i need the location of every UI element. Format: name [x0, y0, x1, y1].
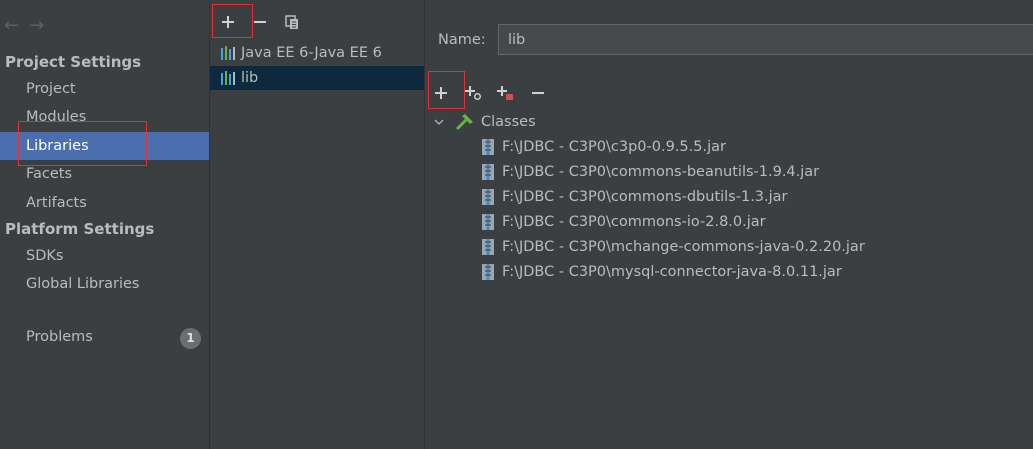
- classes-label: Classes: [481, 114, 536, 130]
- forward-arrow-icon[interactable]: →: [29, 14, 44, 40]
- classes-node[interactable]: Classes: [433, 110, 536, 134]
- copy-icon: [285, 15, 298, 29]
- jar-path: F:\JDBC - C3P0\commons-beanutils-1.9.4.j…: [502, 164, 820, 180]
- jar-icon: [482, 164, 494, 180]
- problems-label: Problems: [26, 329, 93, 345]
- jar-path: F:\JDBC - C3P0\mysql-connector-java-8.0.…: [502, 264, 842, 280]
- jar-path: F:\JDBC - C3P0\c3p0-0.9.5.5.jar: [502, 139, 726, 155]
- nav-item-sdks[interactable]: SDKs: [0, 242, 209, 270]
- nav-item-problems[interactable]: Problems 1: [0, 323, 209, 351]
- remove-icon: [532, 92, 544, 94]
- add-library-highlight-box: [212, 4, 253, 38]
- add-specify-icon: [465, 86, 481, 100]
- jar-icon: [482, 214, 494, 230]
- project-settings-title: Project Settings: [5, 53, 142, 71]
- jar-entry[interactable]: F:\JDBC - C3P0\mysql-connector-java-8.0.…: [481, 260, 842, 284]
- libraries-highlight-box: [18, 121, 147, 166]
- settings-nav: ← → Project Settings Project Modules Lib…: [0, 0, 210, 449]
- libraries-pane: Java EE 6-Java EE 6 lib: [210, 0, 425, 449]
- add-url-button[interactable]: [495, 83, 515, 103]
- jar-icon: [482, 264, 494, 280]
- add-url-icon: [497, 86, 513, 100]
- jar-entry[interactable]: F:\JDBC - C3P0\commons-io-2.8.0.jar: [481, 210, 766, 234]
- nav-item-global-libraries[interactable]: Global Libraries: [0, 270, 209, 298]
- library-item-java-ee[interactable]: Java EE 6-Java EE 6: [210, 41, 424, 65]
- chevron-down-icon: [434, 119, 444, 126]
- library-name: Java EE 6-Java EE 6: [241, 45, 382, 61]
- problems-count-badge: 1: [180, 328, 201, 349]
- library-name: lib: [241, 70, 259, 86]
- library-name-input[interactable]: [498, 24, 1033, 55]
- jar-path: F:\JDBC - C3P0\commons-io-2.8.0.jar: [502, 214, 766, 230]
- nav-item-project[interactable]: Project: [0, 75, 209, 103]
- jar-entry[interactable]: F:\JDBC - C3P0\commons-dbutils-1.3.jar: [481, 185, 788, 209]
- copy-library-button[interactable]: [282, 12, 302, 32]
- jar-entry[interactable]: F:\JDBC - C3P0\commons-beanutils-1.9.4.j…: [481, 160, 819, 184]
- library-item-lib[interactable]: lib: [210, 66, 424, 90]
- remove-library-button[interactable]: [250, 12, 270, 32]
- nav-item-artifacts[interactable]: Artifacts: [0, 189, 209, 217]
- add-root-highlight-box: [428, 71, 465, 109]
- platform-settings-title: Platform Settings: [5, 220, 155, 238]
- jar-icon: [482, 189, 494, 205]
- back-arrow-icon[interactable]: ←: [4, 14, 19, 40]
- classes-icon: [455, 114, 473, 131]
- jar-path: F:\JDBC - C3P0\mchange-commons-java-0.2.…: [502, 239, 865, 255]
- jar-icon: [482, 239, 494, 255]
- add-specify-button[interactable]: [463, 83, 483, 103]
- remove-icon: [254, 21, 266, 23]
- library-icon: [220, 46, 236, 60]
- name-label: Name:: [438, 32, 486, 48]
- library-icon: [220, 71, 236, 85]
- jar-entry[interactable]: F:\JDBC - C3P0\c3p0-0.9.5.5.jar: [481, 135, 726, 159]
- jar-icon: [482, 139, 494, 155]
- jar-entry[interactable]: F:\JDBC - C3P0\mchange-commons-java-0.2.…: [481, 235, 865, 259]
- jar-path: F:\JDBC - C3P0\commons-dbutils-1.3.jar: [502, 189, 788, 205]
- nav-history: ← →: [4, 14, 44, 40]
- library-detail-pane: Name: Classes F:\JDBC - C3P0\c3p0-0.9.5.…: [425, 0, 1033, 449]
- remove-root-button[interactable]: [528, 83, 548, 103]
